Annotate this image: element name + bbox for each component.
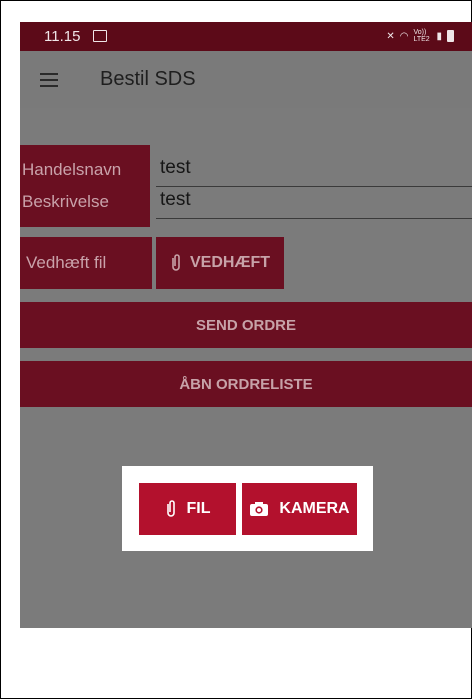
status-bar: 11.15 ✕ ◠ Vo)) LTE2 ▮ — [20, 22, 472, 51]
phone-screen: 11.15 ✕ ◠ Vo)) LTE2 ▮ Bestil SDS Handels… — [20, 22, 472, 628]
open-order-list-label: ÅBN ORDRELISTE — [179, 375, 313, 393]
status-icons: ✕ ◠ Vo)) LTE2 ▮ — [386, 29, 454, 43]
beskrivelse-underline — [156, 218, 472, 219]
beskrivelse-input[interactable]: test — [160, 189, 191, 211]
handelsnavn-input[interactable]: test — [160, 157, 191, 179]
app-bar: Bestil SDS — [20, 51, 472, 108]
image-icon — [93, 30, 107, 42]
paperclip-icon — [172, 254, 180, 271]
send-order-button[interactable]: SEND ORDRE — [20, 302, 472, 348]
battery-icon — [447, 30, 454, 42]
beskrivelse-label: Beskrivelse — [20, 177, 150, 227]
attachment-picker-dialog: FIL KAMERA — [122, 466, 373, 551]
file-button-label: FIL — [186, 500, 211, 517]
volte-icon: Vo)) LTE2 — [413, 29, 430, 43]
send-order-label: SEND ORDRE — [195, 316, 296, 334]
hamburger-menu-icon[interactable] — [40, 73, 58, 87]
screenshot-frame: 11.15 ✕ ◠ Vo)) LTE2 ▮ Bestil SDS Handels… — [0, 0, 472, 699]
signal-icon: ▮ — [436, 30, 442, 42]
file-button[interactable]: FIL — [139, 483, 236, 535]
vedhaeft-button-label: VEDHÆFT — [190, 254, 270, 271]
camera-button[interactable]: KAMERA — [242, 483, 357, 535]
camera-button-label: KAMERA — [279, 500, 350, 517]
vedhaeft-button[interactable]: VEDHÆFT — [156, 237, 284, 289]
status-time: 11.15 — [44, 28, 81, 45]
paperclip-icon — [166, 500, 175, 517]
beskrivelse-row: Beskrivelse test — [20, 177, 472, 227]
open-order-list-button[interactable]: ÅBN ORDRELISTE — [20, 361, 472, 407]
mute-icon: ✕ — [386, 30, 395, 42]
page-title: Bestil SDS — [100, 68, 196, 90]
vedhaeft-row: Vedhæft fil VEDHÆFT — [20, 237, 472, 289]
wifi-icon: ◠ — [399, 30, 409, 42]
vedhaeft-label: Vedhæft fil — [20, 237, 152, 289]
camera-icon — [250, 502, 269, 516]
